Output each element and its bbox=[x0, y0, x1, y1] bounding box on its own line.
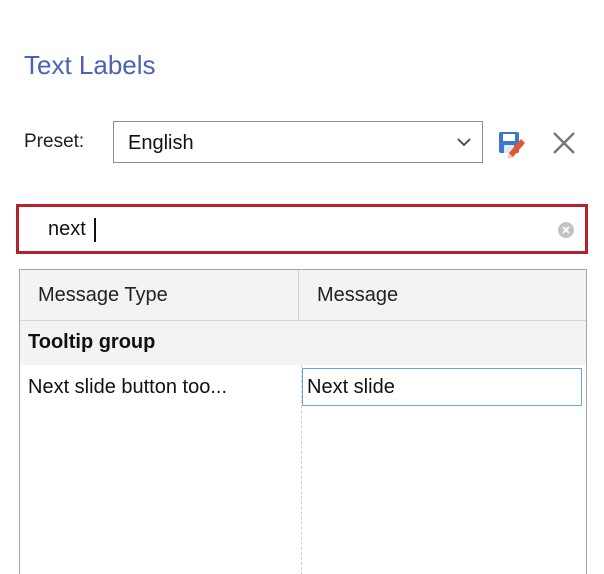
column-header-message[interactable]: Message bbox=[317, 270, 398, 320]
message-cell-editor[interactable]: Next slide bbox=[302, 368, 582, 406]
messages-table: Message Type Message Tooltip group Next … bbox=[19, 269, 587, 574]
table-header: Message Type Message bbox=[20, 270, 586, 321]
preset-label: Preset: bbox=[24, 131, 85, 152]
close-icon[interactable] bbox=[549, 128, 579, 158]
preset-dropdown[interactable]: English bbox=[113, 121, 483, 163]
search-input[interactable] bbox=[19, 207, 539, 251]
search-box bbox=[16, 204, 588, 254]
column-divider[interactable] bbox=[298, 270, 299, 320]
chevron-down-icon bbox=[457, 138, 471, 147]
preset-selected-value: English bbox=[128, 132, 194, 154]
column-header-message-type[interactable]: Message Type bbox=[38, 270, 168, 320]
panel-title: Text Labels bbox=[24, 50, 156, 80]
table-row[interactable]: Next slide button too... Next slide bbox=[20, 365, 586, 409]
clear-circle-icon[interactable] bbox=[557, 221, 575, 239]
column-gridline bbox=[301, 365, 302, 574]
group-label: Tooltip group bbox=[28, 331, 156, 353]
text-labels-panel: Text Labels Preset: English Message Type… bbox=[0, 0, 604, 574]
text-caret bbox=[94, 218, 96, 242]
group-row[interactable]: Tooltip group bbox=[20, 321, 586, 365]
message-cell-text: Next slide bbox=[307, 376, 395, 398]
save-edit-icon[interactable] bbox=[496, 128, 526, 158]
message-type-cell[interactable]: Next slide button too... bbox=[28, 374, 227, 400]
